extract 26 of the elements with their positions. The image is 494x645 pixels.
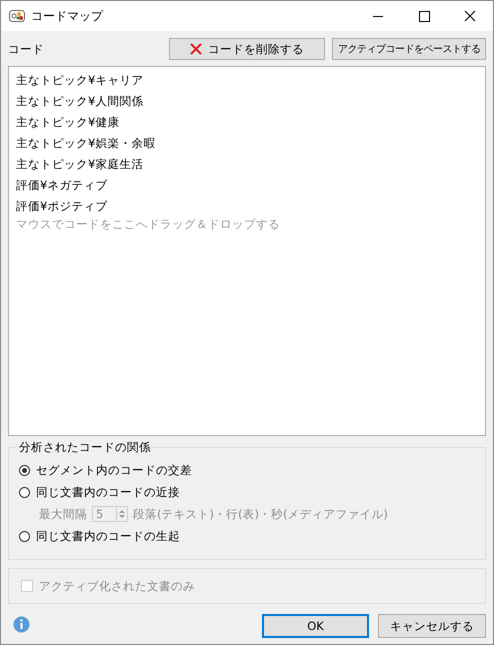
window-title: コードマップ xyxy=(31,8,104,24)
drop-hint: マウスでコードをここへドラッグ＆ドロップする xyxy=(16,217,281,231)
max-distance-label: 最大間隔 xyxy=(39,506,87,522)
app-icon xyxy=(9,10,25,22)
delete-icon xyxy=(190,43,202,55)
code-item[interactable]: 評価¥ポジティブ xyxy=(16,196,478,217)
code-item[interactable]: 主なトピック¥キャリア xyxy=(16,70,478,91)
unit-label: 段落(テキスト)・行(表)・秒(メディアファイル) xyxy=(133,506,388,522)
codes-label: コード xyxy=(8,42,45,56)
radio-label[interactable]: 同じ文書内のコードの近接 xyxy=(36,484,180,500)
info-icon[interactable] xyxy=(13,616,30,633)
radio-button[interactable] xyxy=(19,486,30,498)
radio-button[interactable] xyxy=(19,530,30,542)
code-item[interactable]: 主なトピック¥娯楽・余暇 xyxy=(16,133,478,154)
code-item[interactable]: 主なトピック¥人間関係 xyxy=(16,91,478,112)
code-item[interactable]: 主なトピック¥家庭生活 xyxy=(16,154,478,175)
code-item[interactable]: 評価¥ネガティブ xyxy=(16,175,478,196)
radio-button[interactable] xyxy=(19,464,30,476)
radio-label[interactable]: セグメント内のコードの交差 xyxy=(36,462,192,478)
delete-code-button[interactable]: コードを削除する xyxy=(169,38,325,60)
cancel-button[interactable]: キャンセルする xyxy=(378,614,486,638)
ok-button[interactable]: OK xyxy=(262,614,369,638)
group-legend: 分析されたコードの関係 xyxy=(17,440,153,455)
radio-label[interactable]: 同じ文書内のコードの生起 xyxy=(36,528,180,544)
paste-active-codes-button[interactable]: アクティブコードをペーストする xyxy=(332,38,486,60)
code-item[interactable]: 主なトピック¥健康 xyxy=(16,112,478,133)
